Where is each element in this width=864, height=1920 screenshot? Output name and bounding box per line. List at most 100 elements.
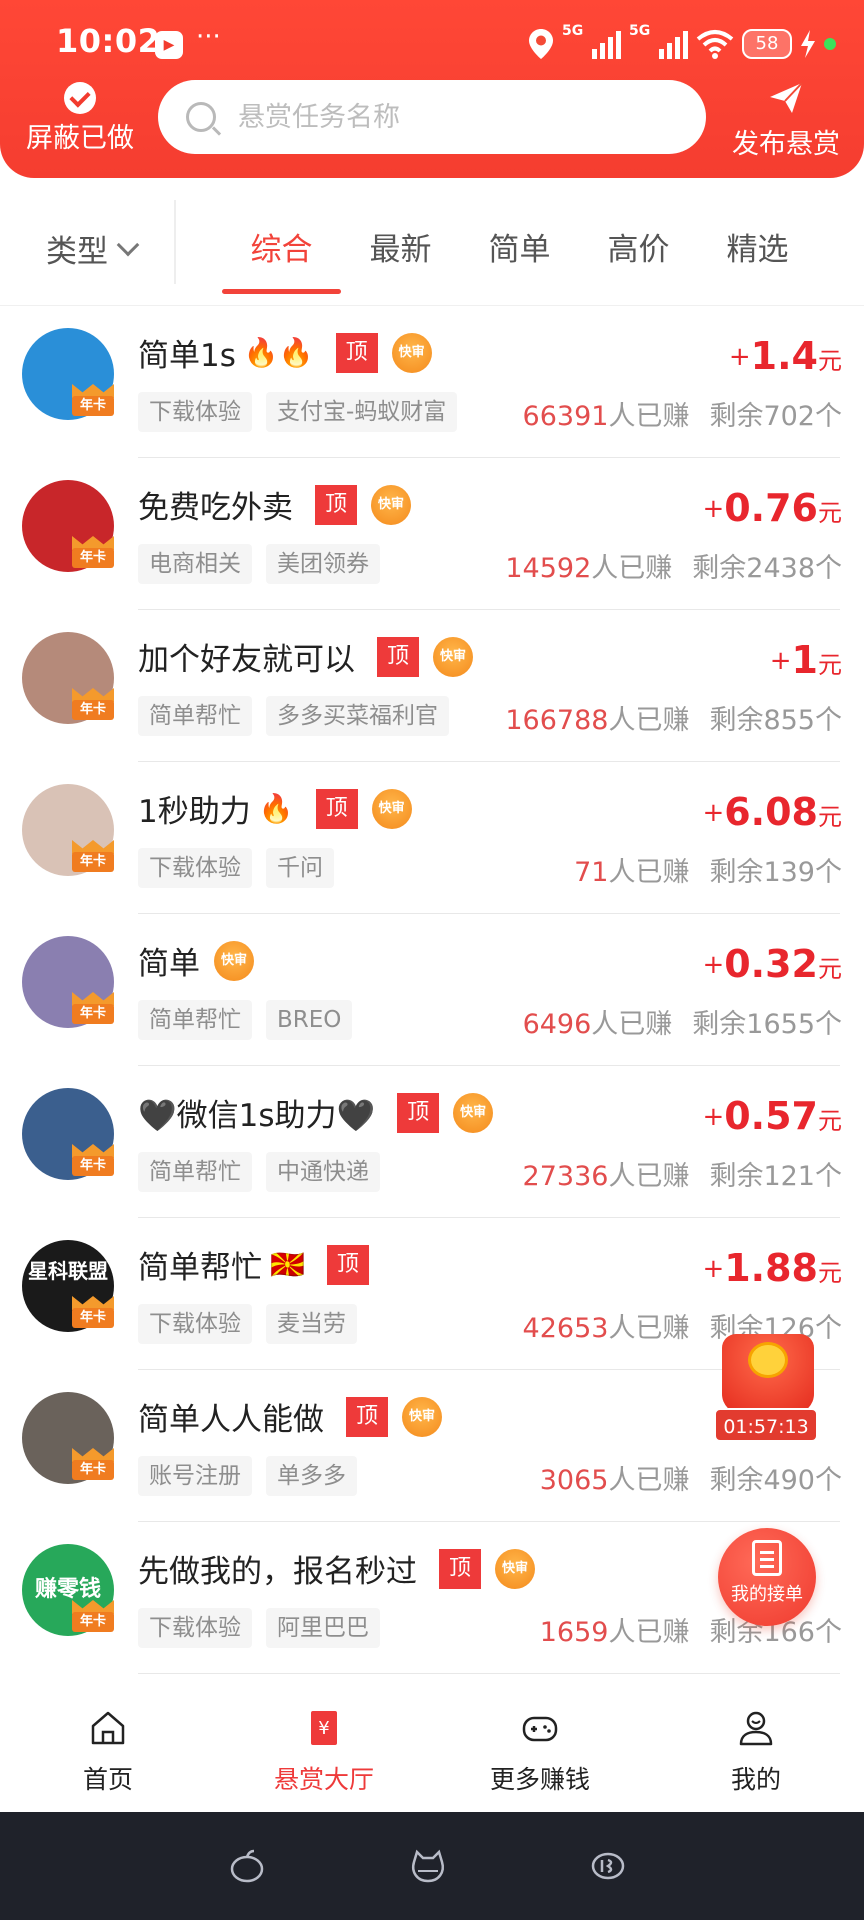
tab-newest[interactable]: 最新 <box>341 224 460 288</box>
system-apple-icon[interactable] <box>227 1848 267 1884</box>
search-input[interactable] <box>238 101 668 133</box>
task-item[interactable]: 年卡 简单1s 🔥🔥 顶快审 +1.4元 下载体验 支付宝-蚂蚁财富 66391人已赚 剩余70… <box>0 306 864 458</box>
reward-price: +6.08元 <box>702 790 842 834</box>
wifi-icon <box>696 30 734 59</box>
task-tags: 下载体验 麦当劳 <box>138 1304 357 1344</box>
status-icons: 5G 5G 58 <box>528 23 836 62</box>
nav-mine[interactable]: 我的 <box>648 1692 864 1812</box>
avatar: 年卡 <box>22 936 114 1028</box>
reward-price: +0.76元 <box>702 486 842 530</box>
top-badge: 顶 <box>346 1396 388 1437</box>
my-orders-label: 我的接单 <box>731 1584 803 1605</box>
avatar: 年卡 <box>22 1392 114 1484</box>
chevron-down-icon <box>116 233 140 256</box>
remaining-count: 2438 <box>746 553 815 584</box>
avatar: 年卡 <box>22 480 114 572</box>
nav-reward-hall[interactable]: ¥ 悬赏大厅 <box>216 1692 432 1812</box>
top-badge: 顶 <box>377 636 419 677</box>
price-amount: 0.57 <box>724 1094 818 1138</box>
task-tags: 下载体验 支付宝-蚂蚁财富 <box>138 392 458 432</box>
task-tags: 下载体验 阿里巴巴 <box>138 1608 380 1648</box>
annual-card-badge: 年卡 <box>72 1448 114 1482</box>
task-stats: 71人已赚 剩余139个 <box>574 857 842 888</box>
top-badge: 顶 <box>315 484 357 525</box>
avatar: 年卡 <box>22 328 114 420</box>
reward-price: +0.57元 <box>702 1094 842 1138</box>
search-icon <box>186 102 216 132</box>
earned-count: 3065 <box>539 1465 609 1496</box>
task-title: 简单 <box>138 946 200 982</box>
header: 10:02 ▶ ··· 5G 5G 58 屏蔽已做 发布悬赏 <box>0 0 864 178</box>
category-tag: 账号注册 <box>138 1456 252 1496</box>
reward-price: +1元 <box>769 638 842 682</box>
tab-featured[interactable]: 精选 <box>698 224 817 288</box>
reward-price: +1.4元 <box>728 334 842 378</box>
category-tag: 简单帮忙 <box>138 1000 252 1040</box>
fast-review-badge: 快审 <box>453 1092 494 1133</box>
task-title: 简单1s <box>138 338 236 374</box>
task-item[interactable]: 年卡 1秒助力 🔥 顶快审 +6.08元 下载体验 千问 71人已赚 剩余139个 <box>0 762 864 914</box>
task-title-row: 简单帮忙 🇲🇰 顶 <box>138 1242 369 1287</box>
task-tags: 简单帮忙 中通快递 <box>138 1152 380 1192</box>
status-time: 10:02 <box>56 22 161 60</box>
nav-mine-label: 我的 <box>730 1765 781 1794</box>
merchant-tag: 多多买菜福利官 <box>266 696 449 736</box>
task-item[interactable]: 年卡 🖤微信1s助力🖤 顶快审 +0.57元 简单帮忙 中通快递 27336人已赚 剩余121… <box>0 1066 864 1218</box>
fast-review-badge: 快审 <box>402 1396 442 1437</box>
charging-icon <box>801 30 815 58</box>
red-packet-widget[interactable]: 01:57:13 <box>712 1334 820 1444</box>
earned-count: 14592 <box>505 553 592 584</box>
nav-more-earn-label: 更多赚钱 <box>489 1765 590 1794</box>
battery-icon: 58 <box>742 29 792 59</box>
task-item[interactable]: 年卡 免费吃外卖顶快审 +0.76元 电商相关 美团领券 14592人已赚 剩余2438个 <box>0 458 864 610</box>
remaining-count: 121 <box>763 1161 815 1192</box>
divider <box>174 200 176 284</box>
reward-price: +1.88元 <box>702 1246 842 1290</box>
top-badge: 顶 <box>335 332 378 373</box>
annual-card-badge: 年卡 <box>72 840 114 874</box>
search-bar[interactable] <box>158 80 706 154</box>
publish-reward-button[interactable]: 发布悬赏 <box>728 80 844 161</box>
reward-hall-icon: ¥ <box>311 1711 337 1745</box>
task-stats: 3065人已赚 剩余490个 <box>539 1465 842 1496</box>
avatar: 年卡 <box>22 1088 114 1180</box>
merchant-tag: 千问 <box>266 848 334 888</box>
task-title-row: 加个好友就可以顶快审 <box>138 634 473 679</box>
tab-high-price[interactable]: 高价 <box>579 224 698 288</box>
merchant-tag: 阿里巴巴 <box>266 1608 380 1648</box>
task-tags: 电商相关 美团领券 <box>138 544 380 584</box>
merchant-tag: 中通快递 <box>266 1152 380 1192</box>
task-item[interactable]: 年卡 简单 快审 +0.32元 简单帮忙 BREO 6496人已赚 剩余1655个 <box>0 914 864 1066</box>
system-fish-icon[interactable] <box>588 1848 628 1884</box>
remaining-count: 1655 <box>746 1009 815 1040</box>
tab-simple[interactable]: 简单 <box>460 224 579 288</box>
price-amount: 1.88 <box>724 1246 818 1290</box>
top-badge: 顶 <box>315 788 358 829</box>
fast-review-badge: 快审 <box>391 332 432 373</box>
fast-review-badge: 快审 <box>371 484 411 525</box>
tab-comprehensive[interactable]: 综合 <box>222 224 341 294</box>
indicator-dot <box>824 38 836 50</box>
nav-home-label: 首页 <box>82 1765 133 1794</box>
task-title: 先做我的，报名秒过 <box>138 1554 417 1590</box>
nav-more-earn[interactable]: 更多赚钱 <box>432 1692 648 1812</box>
countdown-timer: 01:57:13 <box>714 1408 818 1442</box>
hide-done-button[interactable]: 屏蔽已做 <box>22 82 138 155</box>
annual-card-badge: 年卡 <box>72 384 114 418</box>
task-item[interactable]: 年卡 加个好友就可以顶快审 +1元 简单帮忙 多多买菜福利官 166788人已赚 剩余855… <box>0 610 864 762</box>
type-dropdown[interactable]: 类型 <box>46 226 140 271</box>
merchant-tag: 美团领券 <box>266 544 380 584</box>
task-title: 1秒助力 <box>138 794 251 830</box>
nav-home[interactable]: 首页 <box>0 1692 216 1812</box>
user-icon <box>739 1711 773 1746</box>
system-cat-icon[interactable] <box>408 1848 448 1884</box>
category-tag: 电商相关 <box>138 544 252 584</box>
avatar: 年卡 <box>22 784 114 876</box>
fast-review-badge: 快审 <box>495 1548 535 1589</box>
system-nav-bar <box>0 1812 864 1920</box>
my-orders-button[interactable]: 我的接单 <box>718 1528 816 1626</box>
fast-review-badge: 快审 <box>371 788 412 829</box>
annual-card-badge: 年卡 <box>72 536 114 570</box>
annual-card-badge: 年卡 <box>72 1600 114 1634</box>
task-title-row: 先做我的，报名秒过顶快审 <box>138 1546 535 1591</box>
